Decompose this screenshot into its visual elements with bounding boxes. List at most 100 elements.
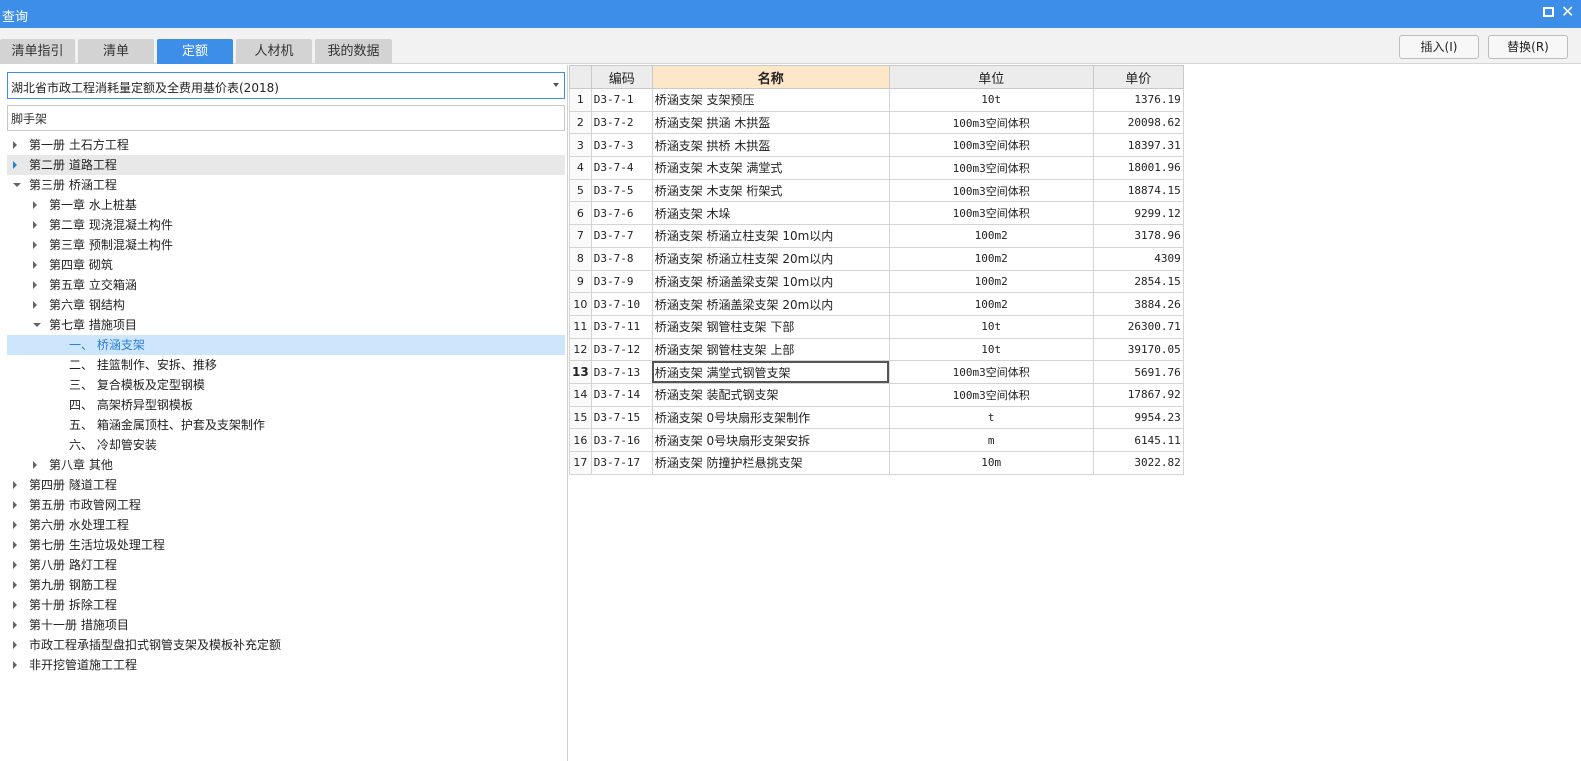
row-number-cell[interactable]: 13: [569, 360, 592, 384]
price-cell[interactable]: 20098.62: [1092, 110, 1184, 135]
row-number-cell[interactable]: 17: [569, 451, 592, 475]
tab-bill-guide[interactable]: 清单指引: [0, 39, 75, 64]
tree-item[interactable]: 第十册 拆除工程: [7, 595, 565, 615]
price-cell[interactable]: 3884.26: [1092, 292, 1184, 316]
name-cell[interactable]: 桥涵支架 钢管柱支架 上部: [651, 337, 890, 362]
name-cell[interactable]: 桥涵支架 0号块扇形支架安拆: [651, 428, 890, 452]
table-row[interactable]: 1 D3-7-1 桥涵支架 支架预压 10t 1376.19: [569, 88, 1184, 112]
table-row[interactable]: 12 D3-7-12 桥涵支架 钢管柱支架 上部 10t 39170.05: [569, 337, 1184, 362]
name-cell[interactable]: 桥涵支架 桥涵立柱支架 20m以内: [651, 246, 890, 271]
code-cell[interactable]: D3-7-11: [590, 314, 653, 339]
unit-cell[interactable]: 100m3空间体积: [888, 110, 1094, 135]
library-select[interactable]: 湖北省市政工程消耗量定额及全费用基价表(2018): [7, 72, 565, 99]
tree-item[interactable]: 第十一册 措施项目: [7, 615, 565, 635]
code-cell[interactable]: D3-7-17: [590, 451, 653, 475]
code-cell[interactable]: D3-7-13: [590, 360, 653, 384]
name-cell[interactable]: 桥涵支架 拱桥 木拱盔: [651, 133, 890, 158]
tab-quota[interactable]: 定额: [157, 39, 233, 64]
tree-item[interactable]: 六、 冷却管安装: [7, 435, 565, 455]
table-row[interactable]: 10 D3-7-10 桥涵支架 桥涵盖梁支架 20m以内 100m2 3884.26: [569, 292, 1184, 316]
price-cell[interactable]: 17867.92: [1092, 382, 1184, 407]
code-cell[interactable]: D3-7-9: [590, 269, 653, 294]
row-number-cell[interactable]: 12: [569, 337, 592, 362]
unit-cell[interactable]: 10m: [888, 451, 1094, 475]
tree-item[interactable]: 第八册 路灯工程: [7, 555, 565, 575]
table-row[interactable]: 4 D3-7-4 桥涵支架 木支架 满堂式 100m3空间体积 18001.96: [569, 156, 1184, 180]
collapsed-arrow-icon[interactable]: [33, 241, 37, 249]
row-number-cell[interactable]: 6: [569, 201, 592, 226]
column-header-code[interactable]: 编码: [590, 65, 653, 89]
tree-item[interactable]: 第一章 水上桩基: [7, 195, 565, 215]
name-cell[interactable]: 桥涵支架 木垛: [651, 201, 890, 226]
code-cell[interactable]: D3-7-2: [590, 110, 653, 135]
price-cell[interactable]: 26300.71: [1092, 314, 1184, 339]
code-cell[interactable]: D3-7-16: [590, 428, 653, 452]
unit-cell[interactable]: 10t: [888, 337, 1094, 362]
name-cell[interactable]: 桥涵支架 木支架 满堂式: [651, 156, 890, 180]
tree-item[interactable]: 第四册 隧道工程: [7, 475, 565, 495]
price-cell[interactable]: 9954.23: [1092, 405, 1184, 430]
table-row[interactable]: 13 D3-7-13 桥涵支架 满堂式钢管支架 100m3空间体积 5691.76: [569, 360, 1184, 384]
code-cell[interactable]: D3-7-1: [590, 88, 653, 112]
collapsed-arrow-icon[interactable]: [33, 461, 37, 469]
tree-item[interactable]: 第七章 措施项目: [7, 315, 565, 335]
table-row[interactable]: 2 D3-7-2 桥涵支架 拱涵 木拱盔 100m3空间体积 20098.62: [569, 110, 1184, 135]
unit-cell[interactable]: 100m2: [888, 224, 1094, 248]
name-cell[interactable]: 桥涵支架 满堂式钢管支架: [651, 360, 890, 384]
collapsed-arrow-icon[interactable]: [13, 661, 17, 669]
row-number-cell[interactable]: 4: [569, 156, 592, 180]
price-cell[interactable]: 39170.05: [1092, 337, 1184, 362]
collapsed-arrow-icon[interactable]: [33, 281, 37, 289]
name-cell[interactable]: 桥涵支架 钢管柱支架 下部: [651, 314, 890, 339]
name-cell[interactable]: 桥涵支架 桥涵盖梁支架 10m以内: [651, 269, 890, 294]
price-cell[interactable]: 5691.76: [1092, 360, 1184, 384]
maximize-icon[interactable]: [1543, 7, 1554, 17]
close-icon[interactable]: ✕: [1561, 3, 1574, 21]
code-cell[interactable]: D3-7-8: [590, 246, 653, 271]
tree-item[interactable]: 第六章 钢结构: [7, 295, 565, 315]
unit-cell[interactable]: 100m3空间体积: [888, 156, 1094, 180]
tree-item[interactable]: 一、 桥涵支架: [7, 335, 565, 355]
row-number-cell[interactable]: 8: [569, 246, 592, 271]
tree-item[interactable]: 第八章 其他: [7, 455, 565, 475]
tree-item[interactable]: 第九册 钢筋工程: [7, 575, 565, 595]
name-cell[interactable]: 桥涵支架 装配式钢支架: [651, 382, 890, 407]
name-cell[interactable]: 桥涵支架 桥涵盖梁支架 20m以内: [651, 292, 890, 316]
name-cell[interactable]: 桥涵支架 拱涵 木拱盔: [651, 110, 890, 135]
unit-cell[interactable]: 100m3空间体积: [888, 133, 1094, 158]
row-number-cell[interactable]: 11: [569, 314, 592, 339]
table-row[interactable]: 8 D3-7-8 桥涵支架 桥涵立柱支架 20m以内 100m2 4309: [569, 246, 1184, 271]
unit-cell[interactable]: 100m3空间体积: [888, 201, 1094, 226]
collapsed-arrow-icon[interactable]: [13, 601, 17, 609]
row-number-cell[interactable]: 7: [569, 224, 592, 248]
tree-item[interactable]: 第五章 立交箱涵: [7, 275, 565, 295]
unit-cell[interactable]: t: [888, 405, 1094, 430]
code-cell[interactable]: D3-7-7: [590, 224, 653, 248]
collapsed-arrow-icon[interactable]: [13, 541, 17, 549]
unit-cell[interactable]: 100m2: [888, 269, 1094, 294]
tree-item[interactable]: 第一册 土石方工程: [7, 135, 565, 155]
table-row[interactable]: 17 D3-7-17 桥涵支架 防撞护栏悬挑支架 10m 3022.82: [569, 451, 1184, 475]
row-number-cell[interactable]: 14: [569, 382, 592, 407]
tree-item[interactable]: 四、 高架桥异型钢模板: [7, 395, 565, 415]
expanded-arrow-icon[interactable]: [13, 183, 21, 187]
unit-cell[interactable]: 100m3空间体积: [888, 382, 1094, 407]
replace-button[interactable]: 替换(R): [1488, 35, 1568, 59]
price-cell[interactable]: 1376.19: [1092, 88, 1184, 112]
price-cell[interactable]: 2854.15: [1092, 269, 1184, 294]
table-row[interactable]: 7 D3-7-7 桥涵支架 桥涵立柱支架 10m以内 100m2 3178.96: [569, 224, 1184, 248]
tree-item[interactable]: 第三章 预制混凝土构件: [7, 235, 565, 255]
table-row[interactable]: 11 D3-7-11 桥涵支架 钢管柱支架 下部 10t 26300.71: [569, 314, 1184, 339]
unit-cell[interactable]: 100m2: [888, 292, 1094, 316]
tree-item[interactable]: 第七册 生活垃圾处理工程: [7, 535, 565, 555]
price-cell[interactable]: 9299.12: [1092, 201, 1184, 226]
tab-my-data[interactable]: 我的数据: [315, 39, 392, 64]
tree-item[interactable]: 市政工程承插型盘扣式钢管支架及模板补充定额: [7, 635, 565, 655]
row-number-cell[interactable]: 10: [569, 292, 592, 316]
code-cell[interactable]: D3-7-12: [590, 337, 653, 362]
table-row[interactable]: 9 D3-7-9 桥涵支架 桥涵盖梁支架 10m以内 100m2 2854.15: [569, 269, 1184, 294]
table-row[interactable]: 16 D3-7-16 桥涵支架 0号块扇形支架安拆 m 6145.11: [569, 428, 1184, 452]
expanded-arrow-icon[interactable]: [33, 323, 41, 327]
column-header-unit[interactable]: 单位: [888, 65, 1094, 89]
row-number-cell[interactable]: 16: [569, 428, 592, 452]
